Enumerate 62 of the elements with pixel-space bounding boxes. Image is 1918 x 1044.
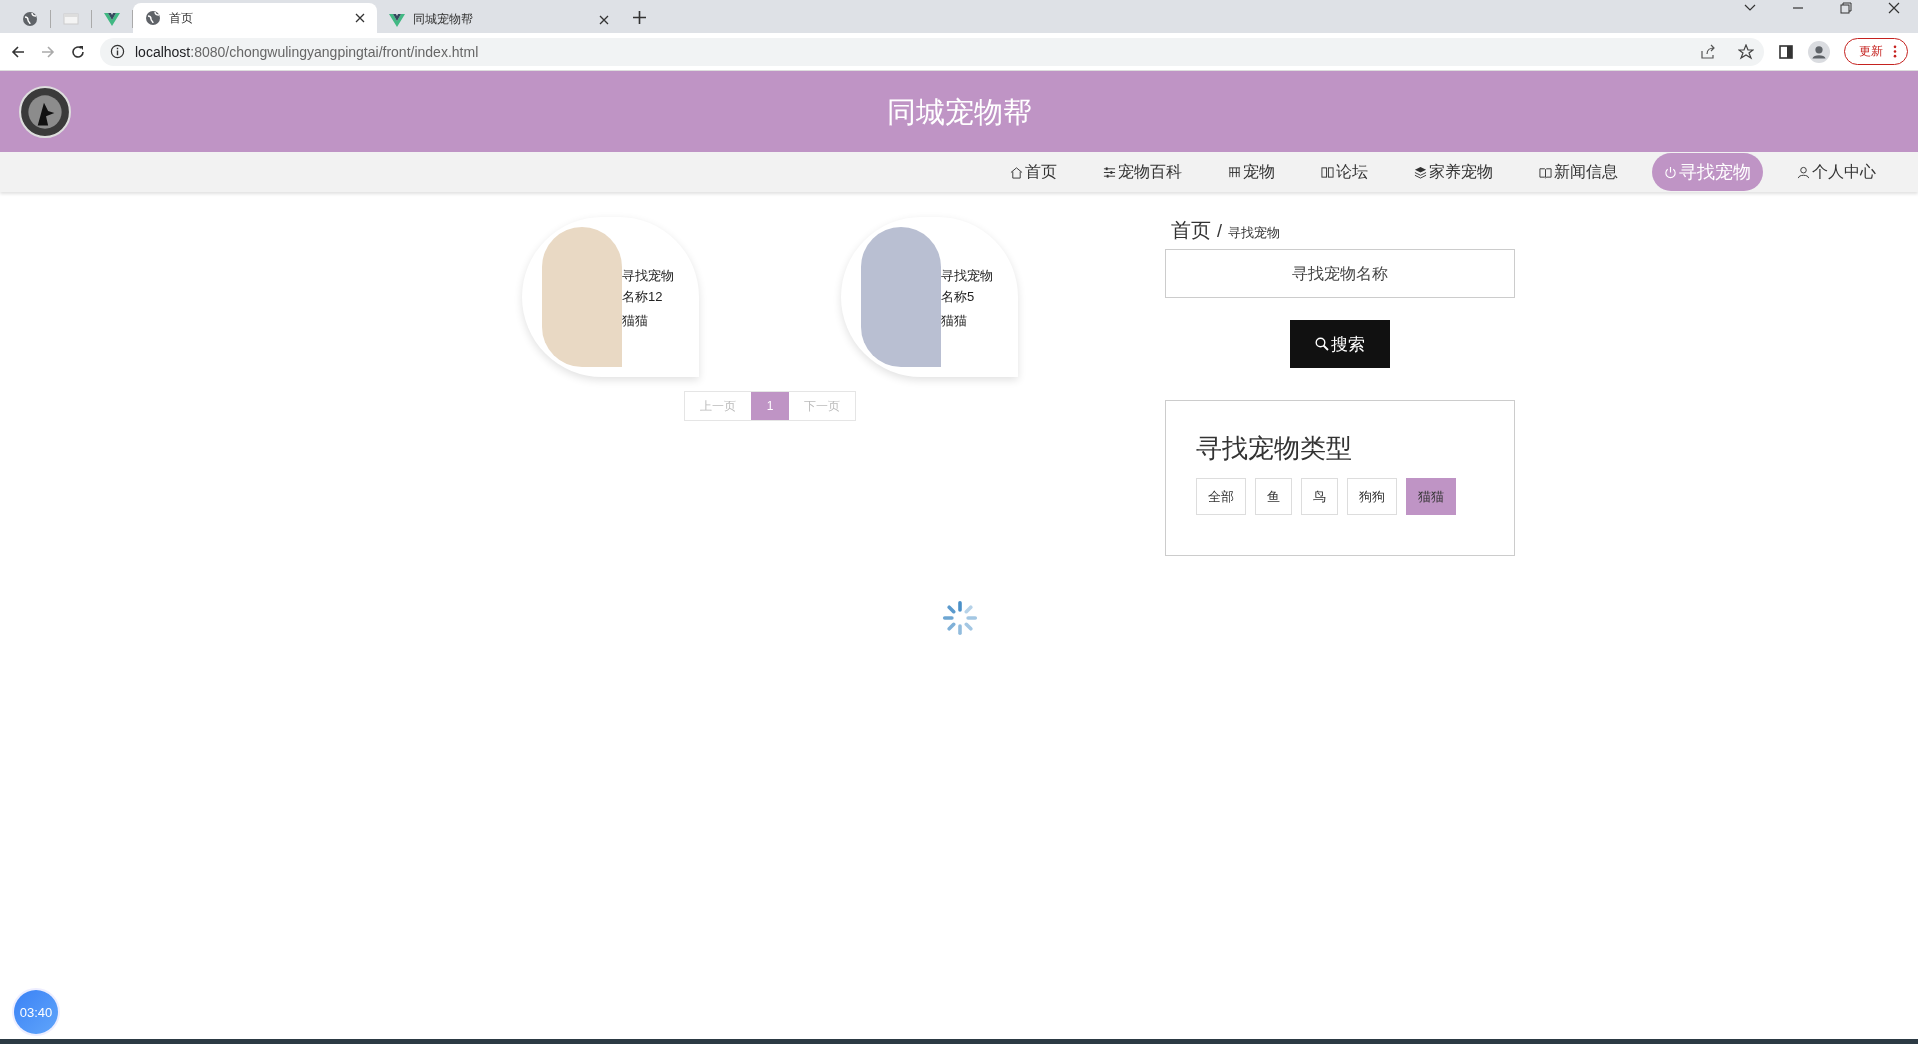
close-icon[interactable] (1888, 2, 1900, 14)
tab-title: 首页 (169, 9, 194, 27)
tab-title: 同城宠物帮 (413, 11, 474, 28)
nav-item[interactable]: 新闻信息 (1527, 155, 1630, 189)
close-icon[interactable] (355, 13, 365, 23)
breadcrumb-link[interactable]: 首页 (1171, 217, 1211, 244)
breadcrumb-current: 寻找宠物 (1228, 224, 1280, 242)
category-title: 寻找宠物类型 (1196, 432, 1353, 465)
more-icon (1893, 45, 1897, 58)
share-icon[interactable] (1700, 43, 1716, 60)
browser-tab[interactable]: 同城宠物帮 (377, 6, 621, 33)
layers-icon (1414, 165, 1427, 179)
site-title: 同城宠物帮 (886, 95, 1032, 130)
nav-item[interactable]: 论坛 (1309, 155, 1380, 189)
breadcrumb-separator: / (1217, 221, 1222, 242)
address-field[interactable]: localhost:8080/chongwulingyangpingtai/front/index.html (100, 37, 1764, 66)
user-icon (1797, 165, 1810, 179)
side-panel-icon[interactable] (1778, 43, 1794, 60)
pet-name: 寻找宠物名称12 (622, 266, 675, 306)
logo-icon[interactable] (19, 85, 71, 138)
home-icon (1010, 165, 1023, 179)
pet-card[interactable]: 寻找宠物名称5 猫猫 (841, 217, 1018, 377)
timer-badge: 03:40 (14, 990, 58, 1034)
v-logo-icon (389, 11, 405, 28)
nav-item[interactable]: 宠物 (1216, 155, 1287, 189)
category-chip[interactable]: 全部 (1196, 478, 1246, 515)
restore-icon[interactable] (1840, 2, 1852, 14)
update-button[interactable]: 更新 (1844, 38, 1908, 65)
pet-card[interactable]: 寻找宠物名称12 猫猫 (522, 217, 699, 377)
globe-icon (22, 11, 38, 27)
info-icon (110, 44, 125, 59)
loading-spinner-icon (942, 600, 978, 636)
grid-icon (1228, 165, 1241, 179)
new-tab-icon[interactable] (633, 11, 646, 24)
nav-item[interactable]: 家养宠物 (1402, 155, 1505, 189)
reload-icon[interactable] (70, 43, 86, 60)
category-chip[interactable]: 猫猫 (1406, 478, 1456, 515)
book-icon (1539, 165, 1552, 179)
category-chip[interactable]: 鸟 (1301, 478, 1338, 515)
search-icon (1315, 337, 1329, 351)
nav-item[interactable]: 个人中心 (1785, 155, 1888, 189)
category-chip[interactable]: 鱼 (1255, 478, 1292, 515)
back-icon[interactable] (10, 43, 26, 60)
pet-type: 猫猫 (622, 311, 649, 330)
close-icon[interactable] (599, 14, 609, 25)
star-icon[interactable] (1738, 43, 1754, 60)
search-button[interactable]: 搜索 (1290, 320, 1390, 368)
pet-name: 寻找宠物名称5 (941, 266, 994, 306)
pet-type: 猫猫 (941, 311, 968, 330)
sliders-icon (1103, 165, 1116, 179)
search-field[interactable]: 寻找宠物名称 (1165, 249, 1515, 298)
profile-icon[interactable] (1808, 40, 1830, 63)
nav-item[interactable]: 宠物百科 (1091, 155, 1194, 189)
page-icon (63, 11, 79, 27)
category-chip[interactable]: 狗狗 (1347, 478, 1397, 515)
nav-item[interactable]: 首页 (998, 155, 1069, 189)
url-text: localhost:8080/chongwulingyangpingtai/front/index.html (135, 43, 479, 60)
chat-icon (1321, 165, 1334, 179)
power-icon (1664, 165, 1677, 179)
browser-tab[interactable]: 首页 (133, 3, 377, 33)
globe-icon (145, 10, 161, 26)
v-logo-icon (104, 11, 120, 27)
